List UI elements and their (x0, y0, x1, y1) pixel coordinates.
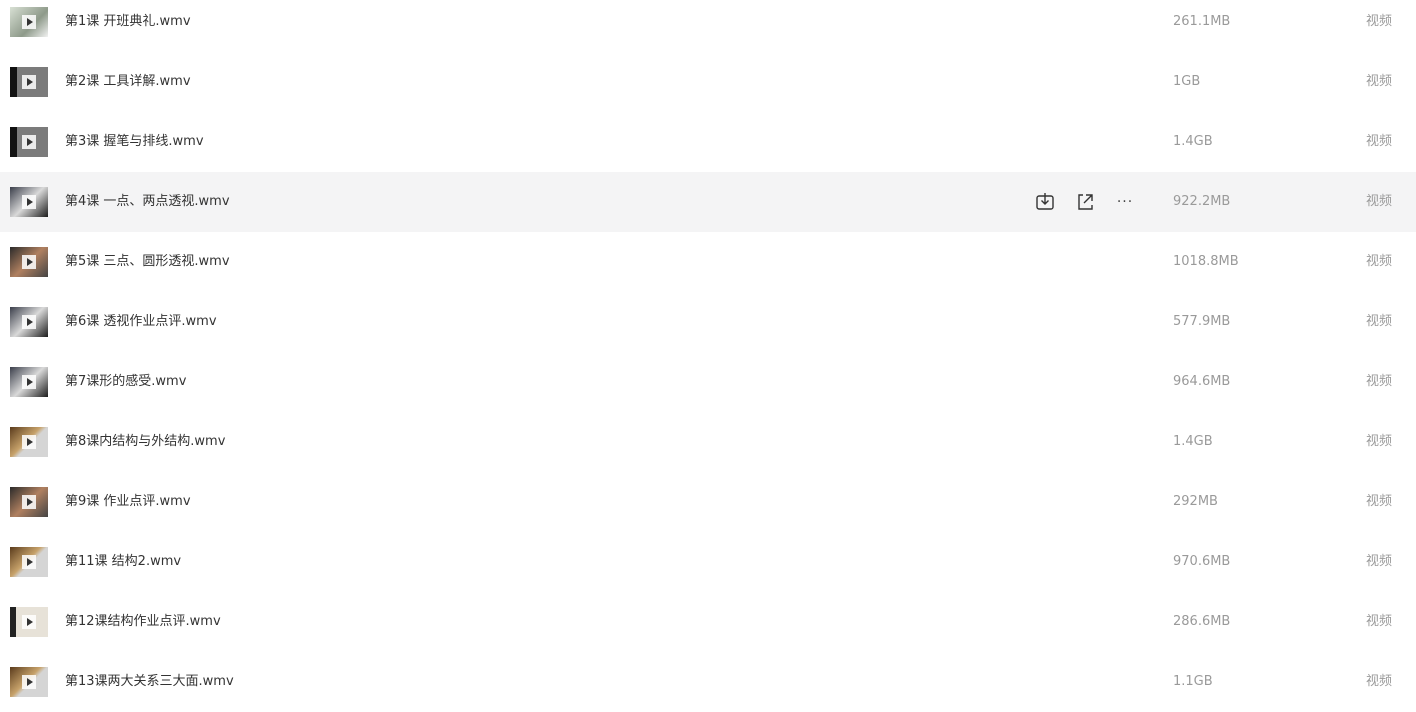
file-type: 视频 (1365, 674, 1392, 689)
file-type: 视频 (1365, 614, 1392, 629)
file-name[interactable]: 第4课 一点、两点透视.wmv (65, 172, 230, 232)
file-size: 292MB (1173, 494, 1218, 509)
file-size: 286.6MB (1173, 614, 1231, 629)
play-icon (22, 315, 36, 329)
file-name[interactable]: 第5课 三点、圆形透视.wmv (65, 232, 230, 292)
file-row[interactable]: 第2课 工具详解.wmv 1GB 视频 (0, 52, 1416, 112)
file-size: 1.4GB (1173, 134, 1213, 149)
file-name[interactable]: 第8课内结构与外结构.wmv (65, 412, 225, 472)
file-name[interactable]: 第12课结构作业点评.wmv (65, 592, 221, 652)
file-row[interactable]: 第9课 作业点评.wmv 292MB 视频 (0, 472, 1416, 532)
video-thumbnail[interactable] (10, 367, 48, 397)
file-row[interactable]: 第11课 结构2.wmv 970.6MB 视频 (0, 532, 1416, 592)
file-type: 视频 (1365, 194, 1392, 209)
video-thumbnail[interactable] (10, 307, 48, 337)
file-size: 964.6MB (1173, 374, 1231, 389)
file-row[interactable]: 第4课 一点、两点透视.wmv 922.2MB 视频 ··· (0, 172, 1416, 232)
play-icon (22, 435, 36, 449)
file-row[interactable]: 第1课 开班典礼.wmv 261.1MB 视频 (0, 0, 1416, 52)
play-icon (22, 555, 36, 569)
file-size: 577.9MB (1173, 314, 1231, 329)
more-icon[interactable]: ··· (1114, 190, 1136, 214)
file-size: 922.2MB (1173, 194, 1231, 209)
video-thumbnail[interactable] (10, 607, 48, 637)
play-icon (22, 255, 36, 269)
play-icon (22, 375, 36, 389)
file-row[interactable]: 第8课内结构与外结构.wmv 1.4GB 视频 (0, 412, 1416, 472)
file-type: 视频 (1365, 314, 1392, 329)
video-thumbnail[interactable] (10, 547, 48, 577)
file-size: 261.1MB (1173, 14, 1231, 29)
file-name[interactable]: 第7课形的感受.wmv (65, 352, 186, 412)
video-thumbnail[interactable] (10, 187, 48, 217)
video-thumbnail[interactable] (10, 7, 48, 37)
play-icon (22, 15, 36, 29)
play-icon (22, 75, 36, 89)
file-type: 视频 (1365, 554, 1392, 569)
file-type: 视频 (1365, 434, 1392, 449)
file-name[interactable]: 第3课 握笔与排线.wmv (65, 112, 204, 172)
download-icon[interactable] (1034, 190, 1056, 214)
share-icon[interactable] (1074, 190, 1096, 214)
video-thumbnail[interactable] (10, 427, 48, 457)
video-thumbnail[interactable] (10, 487, 48, 517)
video-thumbnail[interactable] (10, 67, 48, 97)
file-name[interactable]: 第6课 透视作业点评.wmv (65, 292, 217, 352)
video-thumbnail[interactable] (10, 247, 48, 277)
play-icon (22, 135, 36, 149)
file-row[interactable]: 第13课两大关系三大面.wmv 1.1GB 视频 (0, 652, 1416, 712)
video-thumbnail[interactable] (10, 127, 48, 157)
file-size: 1GB (1173, 74, 1201, 89)
file-type: 视频 (1365, 494, 1392, 509)
file-row[interactable]: 第3课 握笔与排线.wmv 1.4GB 视频 (0, 112, 1416, 172)
play-icon (22, 195, 36, 209)
play-icon (22, 675, 36, 689)
video-thumbnail[interactable] (10, 667, 48, 697)
file-row[interactable]: 第6课 透视作业点评.wmv 577.9MB 视频 (0, 292, 1416, 352)
file-name[interactable]: 第13课两大关系三大面.wmv (65, 652, 234, 712)
file-type: 视频 (1365, 134, 1392, 149)
file-size: 1018.8MB (1173, 254, 1239, 269)
file-row[interactable]: 第12课结构作业点评.wmv 286.6MB 视频 (0, 592, 1416, 652)
file-type: 视频 (1365, 74, 1392, 89)
file-row[interactable]: 第7课形的感受.wmv 964.6MB 视频 (0, 352, 1416, 412)
file-name[interactable]: 第2课 工具详解.wmv (65, 52, 191, 112)
file-size: 1.1GB (1173, 674, 1213, 689)
file-type: 视频 (1365, 374, 1392, 389)
play-icon (22, 615, 36, 629)
file-list: 第1课 开班典礼.wmv 261.1MB 视频 第2课 工具详解.wmv 1GB… (0, 0, 1416, 712)
file-name[interactable]: 第1课 开班典礼.wmv (65, 0, 191, 52)
file-row[interactable]: 第5课 三点、圆形透视.wmv 1018.8MB 视频 (0, 232, 1416, 292)
file-size: 1.4GB (1173, 434, 1213, 449)
file-type: 视频 (1365, 254, 1392, 269)
file-type: 视频 (1365, 14, 1392, 29)
file-name[interactable]: 第9课 作业点评.wmv (65, 472, 191, 532)
play-icon (22, 495, 36, 509)
file-name[interactable]: 第11课 结构2.wmv (65, 532, 181, 592)
file-size: 970.6MB (1173, 554, 1231, 569)
